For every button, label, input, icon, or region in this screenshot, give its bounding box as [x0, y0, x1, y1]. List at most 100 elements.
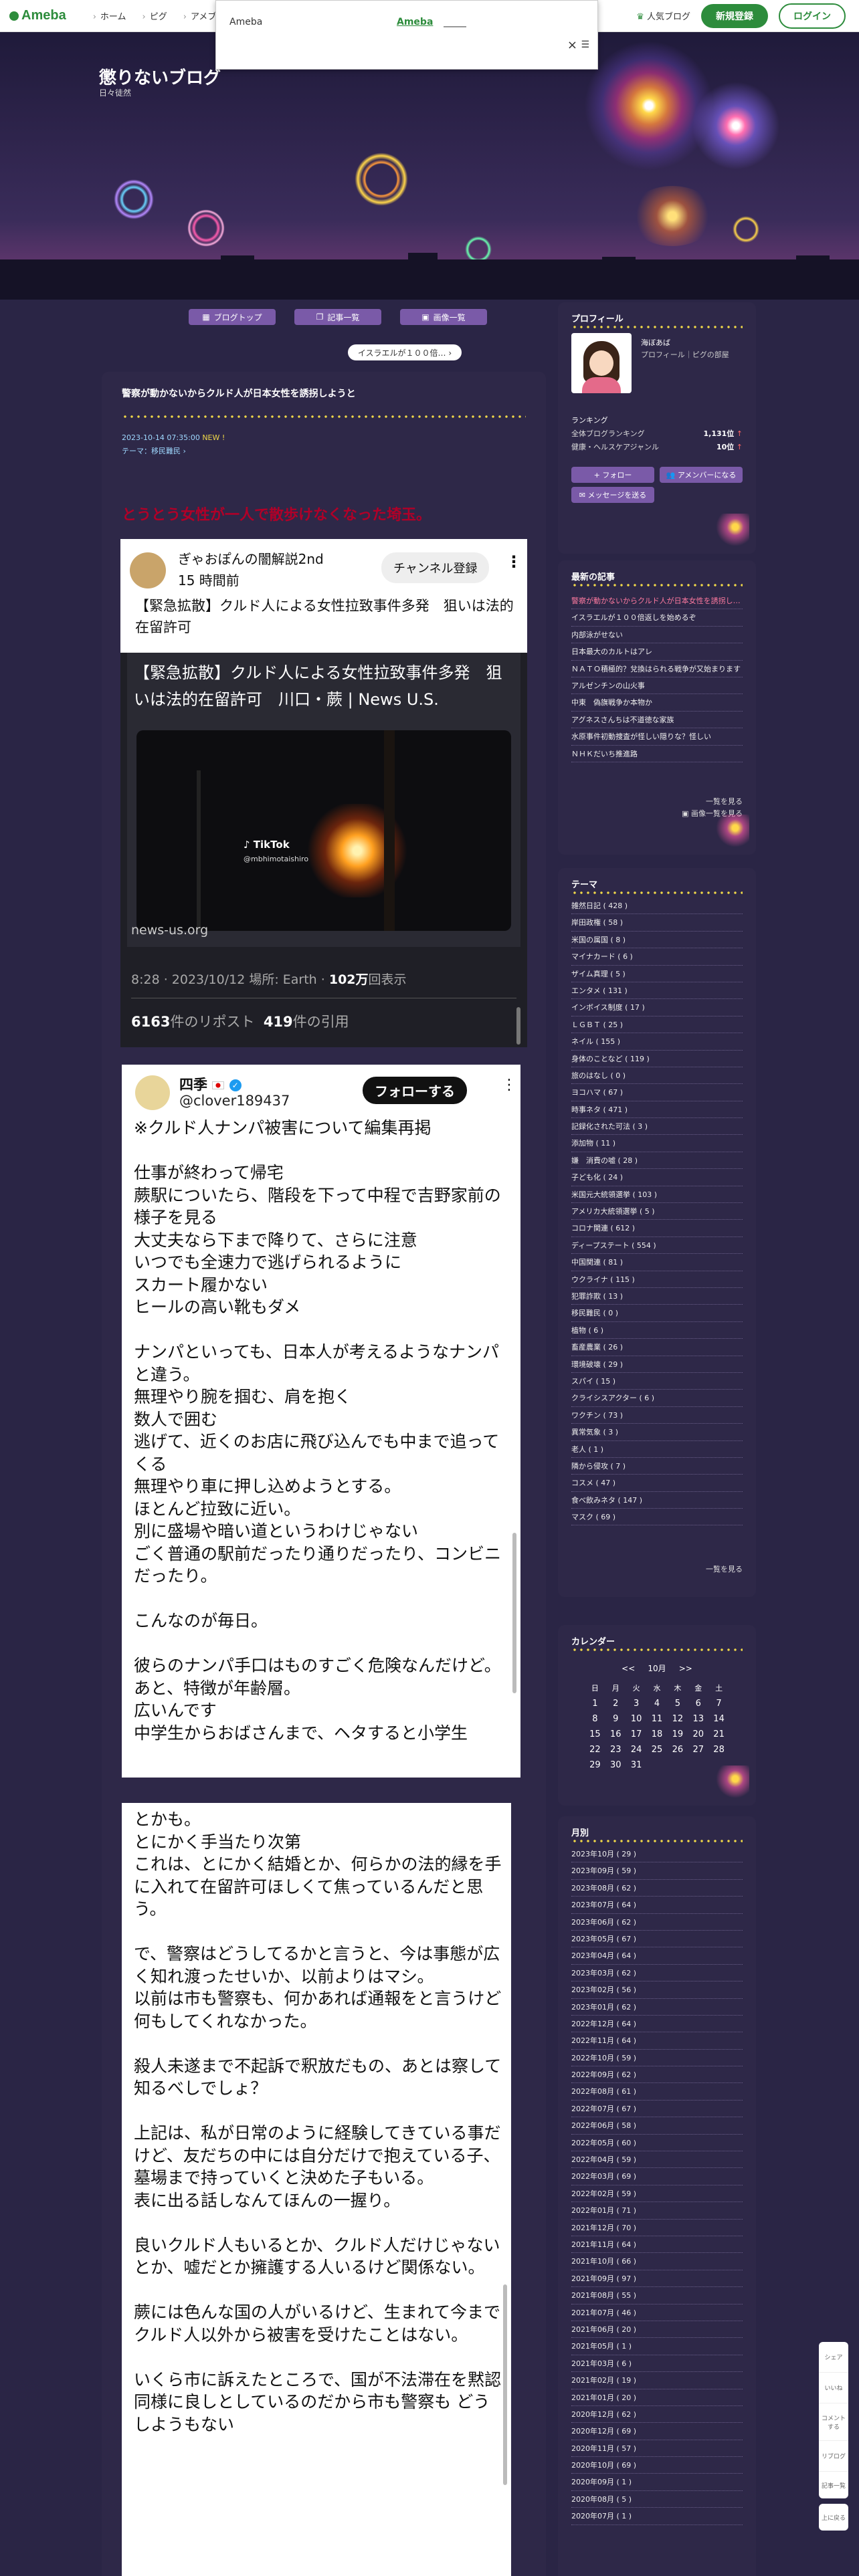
close-icon[interactable]: ×: [567, 38, 577, 52]
recent-item[interactable]: アグネスさんちは不道徳な家族: [571, 712, 743, 729]
archive-item[interactable]: 2020年12月 ( 62 ): [571, 2406, 743, 2424]
calendar-day[interactable]: 12: [667, 1714, 688, 1724]
calendar-day[interactable]: 27: [688, 1745, 708, 1755]
calendar-day[interactable]: 11: [647, 1714, 668, 1724]
calendar-day[interactable]: 4: [647, 1699, 668, 1709]
comment-button[interactable]: コメントする: [819, 2403, 848, 2441]
ameba-logo[interactable]: Ameba: [9, 8, 66, 23]
embedded-post-2[interactable]: 四季 ✓ @clover189437 フォローする ⋮ ※クルド人ナンパ被害につ…: [122, 1065, 520, 1778]
theme-item[interactable]: コスメ ( 47 ): [571, 1475, 743, 1492]
recent-item[interactable]: 日本最大のカルトはアレ: [571, 643, 743, 661]
back-to-top-button[interactable]: 上に戻る: [819, 2504, 848, 2531]
theme-item[interactable]: アメリカ大統領選挙 ( 5 ): [571, 1203, 743, 1220]
calendar-day[interactable]: 6: [688, 1699, 708, 1709]
recent-item[interactable]: 警察が動かないからクルド人が日本女性を誘拐しようと: [571, 593, 743, 610]
register-button[interactable]: 新規登録: [701, 3, 768, 28]
archive-item[interactable]: 2023年05月 ( 67 ): [571, 1931, 743, 1948]
archive-item[interactable]: 2021年02月 ( 19 ): [571, 2372, 743, 2389]
next-month-link[interactable]: >>: [679, 1664, 692, 1673]
archive-item[interactable]: 2021年06月 ( 20 ): [571, 2321, 743, 2339]
archive-item[interactable]: 2022年03月 ( 69 ): [571, 2168, 743, 2185]
recent-item[interactable]: 中東 偽旗戦争か本物か: [571, 694, 743, 712]
recent-more-link[interactable]: 一覧を見る: [706, 796, 743, 807]
profile-avatar[interactable]: [571, 333, 632, 393]
archive-item[interactable]: 2022年07月 ( 67 ): [571, 2101, 743, 2118]
calendar-day[interactable]: 31: [626, 1760, 647, 1770]
archive-item[interactable]: 2021年01月 ( 20 ): [571, 2389, 743, 2406]
recent-item[interactable]: ＮＡＴＯ積極的？兌換はられる戦争が又始まります: [571, 661, 743, 677]
theme-item[interactable]: 植物 ( 6 ): [571, 1322, 743, 1339]
calendar-day[interactable]: 21: [708, 1729, 729, 1739]
archive-item[interactable]: 2020年08月 ( 5 ): [571, 2491, 743, 2508]
calendar-day[interactable]: 2: [605, 1699, 626, 1709]
nav-pigg[interactable]: ピグ: [142, 9, 167, 22]
follow-button[interactable]: フォローする: [363, 1077, 467, 1104]
theme-item[interactable]: 旅のはなし ( 0 ): [571, 1067, 743, 1085]
theme-item[interactable]: 食べ飲みネタ ( 147 ): [571, 1492, 743, 1509]
link-domain[interactable]: news-us.org: [131, 923, 208, 938]
theme-item[interactable]: 環境破壊 ( 29 ): [571, 1356, 743, 1373]
image-list-button[interactable]: ▣ 画像一覧: [400, 309, 487, 325]
calendar-day[interactable]: 28: [708, 1745, 729, 1755]
scrollbar[interactable]: [503, 2284, 507, 2485]
video-thumbnail[interactable]: ♪ TikTok @mbhimotaishiro: [136, 730, 511, 931]
archive-item[interactable]: 2023年10月 ( 29 ): [571, 1846, 743, 1863]
archive-item[interactable]: 2023年09月 ( 59 ): [571, 1862, 743, 1880]
more-vert-icon[interactable]: ⋮: [506, 552, 522, 571]
theme-item[interactable]: クライシスアクター ( 6 ): [571, 1390, 743, 1407]
calendar-day[interactable]: 8: [585, 1714, 605, 1724]
ad-link[interactable]: Ameba: [397, 17, 433, 27]
profile-links[interactable]: プロフィール｜ピグの部屋: [641, 349, 729, 360]
archive-item[interactable]: 2021年10月 ( 66 ): [571, 2253, 743, 2270]
theme-item[interactable]: ザイム真理 ( 5 ): [571, 966, 743, 982]
recent-item[interactable]: 水原事件初動捜査が怪しい隠りな？怪しい: [571, 728, 743, 746]
calendar-day[interactable]: 13: [688, 1714, 708, 1724]
calendar-day[interactable]: 29: [585, 1760, 605, 1770]
calendar-day[interactable]: 1: [585, 1699, 605, 1709]
calendar-day[interactable]: 10: [626, 1714, 647, 1724]
theme-item[interactable]: 隣から侵攻 ( 7 ): [571, 1458, 743, 1475]
archive-item[interactable]: 2023年02月 ( 56 ): [571, 1981, 743, 1999]
archive-item[interactable]: 2022年08月 ( 61 ): [571, 2083, 743, 2101]
theme-item[interactable]: 子ども化 ( 24 ): [571, 1169, 743, 1186]
calendar-day[interactable]: 26: [667, 1745, 688, 1755]
calendar-day[interactable]: 5: [667, 1699, 688, 1709]
nav-home[interactable]: ホーム: [93, 9, 126, 22]
embedded-post-1[interactable]: ぎゃおぽんの闇解説2nd 15 時間前 チャンネル登録 ⋮ 【緊急拡散】クルド人…: [120, 539, 527, 1047]
embedded-post-3[interactable]: とかも。 とにかく手当たり次第 これは、とにかく結婚とか、何らかの法的縁を手に入…: [122, 1803, 511, 2576]
login-button[interactable]: ログイン: [779, 3, 846, 29]
theme-item[interactable]: 老人 ( 1 ): [571, 1441, 743, 1458]
recent-item[interactable]: イスラエルが１００倍返しを始めるぞ: [571, 609, 743, 627]
popular-blog-link[interactable]: ♛ 人気ブログ: [636, 9, 690, 22]
theme-item[interactable]: 移民難民 ( 0 ): [571, 1305, 743, 1322]
like-button[interactable]: いいね: [819, 2373, 848, 2403]
next-entry-button[interactable]: イスラエルが１００倍… ›: [348, 344, 462, 360]
menu-icon[interactable]: ☰: [581, 39, 589, 50]
calendar-day[interactable]: 7: [708, 1699, 729, 1709]
calendar-day[interactable]: 15: [585, 1729, 605, 1739]
archive-item[interactable]: 2021年07月 ( 46 ): [571, 2304, 743, 2321]
calendar-day[interactable]: 17: [626, 1729, 647, 1739]
blog-top-button[interactable]: ▦ ブログトップ: [189, 309, 276, 325]
calendar-day[interactable]: 19: [667, 1729, 688, 1739]
prev-month-link[interactable]: <<: [622, 1664, 635, 1673]
entry-list-button[interactable]: 記事一覧: [819, 2472, 848, 2498]
calendar-day[interactable]: 25: [647, 1745, 668, 1755]
archive-item[interactable]: 2021年09月 ( 97 ): [571, 2270, 743, 2288]
recent-item[interactable]: ＮＨＫだいち推進路: [571, 746, 743, 762]
archive-item[interactable]: 2022年11月 ( 64 ): [571, 2032, 743, 2050]
calendar-day[interactable]: 23: [605, 1745, 626, 1755]
channel-name[interactable]: ぎゃおぽんの闇解説2nd: [178, 548, 324, 568]
archive-item[interactable]: 2020年11月 ( 57 ): [571, 2440, 743, 2458]
archive-item[interactable]: 2021年12月 ( 70 ): [571, 2220, 743, 2236]
theme-item[interactable]: エンタメ ( 131 ): [571, 982, 743, 1000]
archive-item[interactable]: 2022年06月 ( 58 ): [571, 2117, 743, 2135]
blog-title[interactable]: 懲りないブログ: [99, 64, 221, 89]
archive-item[interactable]: 2023年04月 ( 64 ): [571, 1947, 743, 1965]
archive-item[interactable]: 2021年11月 ( 64 ): [571, 2236, 743, 2254]
amember-button[interactable]: 👥 アメンバーになる: [660, 467, 743, 483]
message-button[interactable]: ✉ メッセージを送る: [571, 487, 654, 503]
theme-item[interactable]: インボイス制度 ( 17 ): [571, 999, 743, 1016]
archive-item[interactable]: 2021年08月 ( 55 ): [571, 2287, 743, 2304]
archive-item[interactable]: 2021年03月 ( 6 ): [571, 2355, 743, 2373]
